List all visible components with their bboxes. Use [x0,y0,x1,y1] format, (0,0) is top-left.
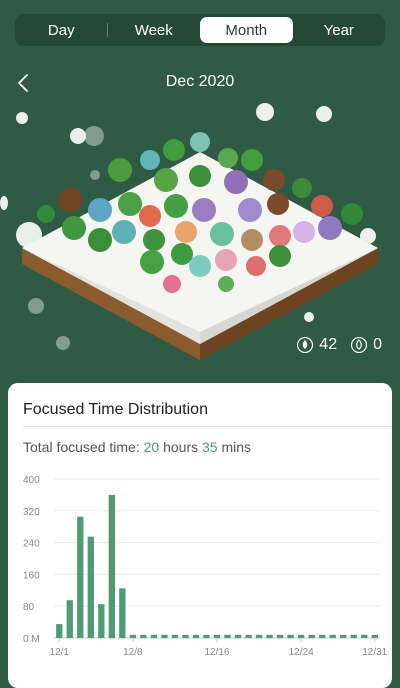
y-tick-label: 320 [23,507,40,518]
chart-bar[interactable] [161,634,168,638]
chart-bar[interactable] [350,634,357,638]
healthy-tree-icon [297,337,314,353]
chart-bar[interactable] [266,634,273,638]
chart-bar[interactable] [98,604,105,638]
chart-bar[interactable] [255,634,263,638]
x-tick-label: 12/31 [362,647,387,658]
chart-bar[interactable] [340,634,347,638]
chart-bar[interactable] [224,634,231,638]
chart-bar[interactable] [77,516,84,638]
chart-bar[interactable] [171,634,179,638]
focused-time-card: Focused Time Distribution Total focused … [8,383,392,688]
chart-bar[interactable] [192,634,200,638]
chart-bar[interactable] [182,634,189,638]
focused-time-bar-chart: 0 M 80 160 240 320 400 12/1 12/8 12/16 12/24 12/31 [23,475,388,658]
healthy-tree-count: 42 [297,336,337,354]
tree-counts: 42 0 [289,336,382,354]
chart-bar[interactable] [319,634,326,638]
chart-bar[interactable] [276,634,284,638]
chart-bar[interactable] [108,494,115,638]
chart-bar[interactable] [245,634,252,638]
x-tick-label: 12/24 [289,647,314,658]
chart-bar[interactable] [56,624,63,638]
chart-bar[interactable] [129,634,137,638]
y-tick-label: 80 [23,602,35,613]
y-tick-label: 160 [23,570,40,581]
total-focused-time: Total focused time: 20 hours 35 mins [23,439,252,455]
chart-bar[interactable] [308,634,315,638]
chart-bar[interactable] [140,634,147,638]
y-tick-label: 240 [23,539,40,550]
chart-bar[interactable] [66,600,73,638]
chart-bar[interactable] [371,634,378,638]
x-tick-label: 12/16 [204,647,229,658]
chart-bar[interactable] [361,634,368,638]
chart-bar[interactable] [287,634,294,638]
chart-bar[interactable] [150,634,158,638]
dead-tree-count: 0 [351,336,382,354]
chart-bar[interactable] [119,588,126,638]
chart-bar[interactable] [234,634,242,638]
chart-bar[interactable] [203,634,210,638]
x-tick-label: 12/8 [123,647,143,658]
divider [23,426,392,427]
chart-bar[interactable] [329,634,336,638]
chart-bar[interactable] [87,536,94,638]
forest-island-illustration [22,132,378,360]
forest-header: Day Week Month Year Dec 2020 42 0 [0,0,400,427]
y-tick-label: 0 M [23,634,40,645]
dead-tree-icon [351,337,368,353]
chart-bar[interactable] [297,634,305,638]
y-tick-label: 400 [23,475,40,486]
x-tick-label: 12/1 [50,647,70,658]
card-title: Focused Time Distribution [23,401,208,418]
chart-bar[interactable] [213,634,221,638]
